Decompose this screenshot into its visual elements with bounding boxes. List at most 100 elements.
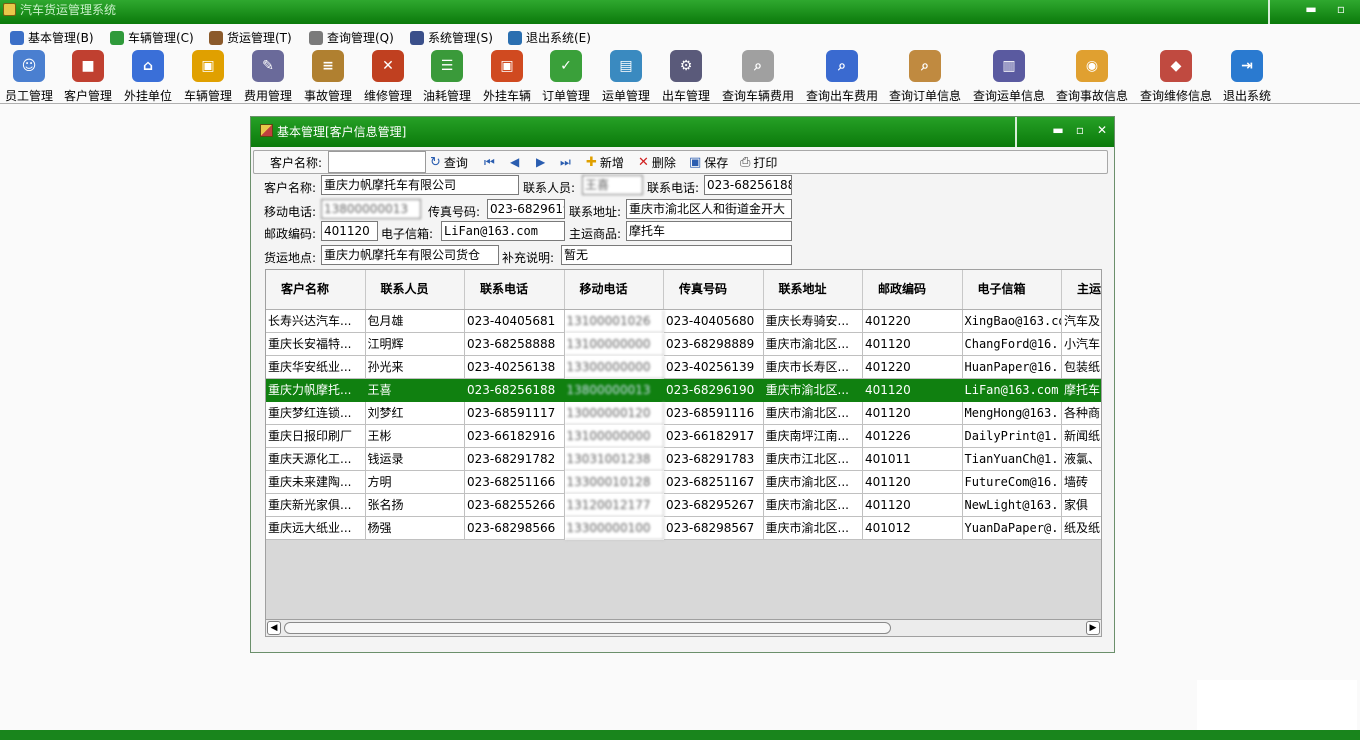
table-cell: 401120	[863, 494, 963, 517]
toolbar-repair-button[interactable]: ✕ 维修管理	[364, 50, 412, 104]
toolbar-order-button[interactable]: ✓ 订单管理	[542, 50, 590, 104]
toolbar-label: 退出系统	[1223, 89, 1272, 103]
save-button[interactable]: ▣ 保存	[689, 154, 728, 171]
toolbar-dispatch-button[interactable]: ⚙ 出车管理	[662, 50, 710, 104]
horizontal-scrollbar[interactable]: ◀ ▶	[265, 619, 1102, 637]
toolbar-vehicle-button[interactable]: ▣ 车辆管理	[184, 50, 232, 104]
toolbar-fuel-button[interactable]: ☰ 油耗管理	[423, 50, 471, 104]
customer-name-search-input[interactable]	[328, 151, 426, 173]
column-header[interactable]: 电子信箱	[963, 270, 1062, 309]
toolbar-expense-button[interactable]: ✎ 费用管理	[244, 50, 292, 104]
toolbar-external-vehicle-button[interactable]: ▣ 外挂车辆	[483, 50, 531, 104]
menu-exit[interactable]: 退出系统(E)	[508, 29, 591, 46]
table-cell: 新闻纸	[1062, 425, 1101, 448]
menu-label: 货运管理(T)	[227, 31, 292, 45]
toolbar-query-order-button[interactable]: ⌕ 查询订单信息	[889, 50, 961, 104]
refresh-search-icon: ↻	[430, 155, 441, 170]
person-search-icon: ⌕	[826, 50, 858, 82]
table-cell: 长寿兴达汽车...	[266, 310, 366, 333]
goods-field[interactable]: 摩托车	[626, 221, 792, 241]
menu-vehicle[interactable]: 车辆管理(C)	[110, 29, 194, 46]
toolbar-employee-button[interactable]: ☺ 员工管理	[5, 50, 53, 104]
column-header[interactable]: 移动电话	[565, 270, 664, 309]
toolbar-exit-button[interactable]: ⇥ 退出系统	[1223, 50, 1271, 104]
table-row[interactable]: 重庆天源化工... 钱运录 023-68291782 13031001238 023-6…	[266, 448, 1101, 471]
table-row[interactable]: 重庆远大纸业... 杨强 023-68298566 13300000100 023-68…	[266, 517, 1101, 540]
add-label: 新增	[599, 156, 624, 170]
fax-field[interactable]: 023-68296190	[487, 199, 565, 219]
table-row[interactable]: 重庆新光家俱... 张名扬 023-68255266 13120012177 023-6…	[266, 494, 1101, 517]
contact-person-field[interactable]: 王喜	[582, 175, 643, 195]
delete-button[interactable]: ✕ 删除	[638, 154, 676, 171]
table-row[interactable]: 长寿兴达汽车... 包月雄 023-40405681 13100001026 023-4…	[266, 310, 1101, 333]
place-label: 货运地点:	[264, 251, 317, 265]
column-header[interactable]: 联系电话	[465, 270, 565, 309]
table-row[interactable]: 重庆日报印刷厂 王彬 023-66182916 13100000000 023-6618…	[266, 425, 1101, 448]
table-row[interactable]: 重庆未来建陶... 方明 023-68251166 13300010128 023-68…	[266, 471, 1101, 494]
toolbar-query-waybill-button[interactable]: ▥ 查询运单信息	[973, 50, 1045, 104]
column-header[interactable]: 客户名称	[266, 270, 366, 309]
table-cell: 401226	[863, 425, 963, 448]
next-record-icon[interactable]: ▶	[536, 155, 545, 169]
toolbar-accident-button[interactable]: ≡ 事故管理	[304, 50, 352, 104]
scroll-thumb[interactable]	[284, 622, 891, 634]
table-cell: 重庆长安福特...	[266, 333, 366, 356]
scroll-left-icon[interactable]: ◀	[267, 621, 281, 635]
mobile-field[interactable]: 13800000013	[321, 199, 421, 219]
previous-record-icon[interactable]: ◀	[510, 155, 519, 169]
table-row[interactable]: 重庆梦红连锁... 刘梦红 023-68591117 13000000120 023-6…	[266, 402, 1101, 425]
last-record-icon[interactable]: ⏭	[560, 155, 571, 170]
table-row[interactable]: 重庆长安福特... 江明辉 023-68258888 13100000000 023-6…	[266, 333, 1101, 356]
menu-query[interactable]: 查询管理(Q)	[309, 29, 394, 46]
table-cell: FutureCom@16...	[962, 471, 1062, 494]
table-row[interactable]: 重庆华安纸业... 孙光来 023-40256138 13300000000 023-4…	[266, 356, 1101, 379]
customer-name-field[interactable]: 重庆力帆摩托车有限公司	[321, 175, 519, 195]
phone-field[interactable]: 023-68256188	[704, 175, 792, 195]
table-cell: 401012	[863, 517, 963, 540]
column-header[interactable]: 主运	[1062, 270, 1101, 309]
place-field[interactable]: 重庆力帆摩托车有限公司货仓	[321, 245, 499, 265]
toolbar-label: 运单管理	[602, 89, 651, 103]
menu-label: 退出系统(E)	[526, 31, 591, 45]
toolbar-query-repair-button[interactable]: ◆ 查询维修信息	[1140, 50, 1212, 104]
toolbar-query-accident-button[interactable]: ◉ 查询事故信息	[1056, 50, 1128, 104]
print-button[interactable]: ⎙ 打印	[740, 154, 777, 171]
toolbar-customer-button[interactable]: ■ 客户管理	[64, 50, 112, 104]
toolbar-query-dispatch-expense-button[interactable]: ⌕ 查询出车费用	[806, 50, 878, 104]
minimize-button[interactable]: ▬	[1296, 0, 1326, 24]
column-header[interactable]: 联系地址	[764, 270, 863, 309]
child-minimize-button[interactable]: ▬	[1047, 123, 1069, 137]
child-close-button[interactable]: ✕	[1091, 123, 1113, 137]
table-row[interactable]: 重庆力帆摩托... 王喜 023-68256188 13800000013 023-68…	[266, 379, 1101, 402]
note-field[interactable]: 暂无	[561, 245, 792, 265]
menu-freight[interactable]: 货运管理(T)	[209, 29, 292, 46]
table-cell: 023-68256188	[465, 379, 565, 402]
column-header[interactable]: 传真号码	[664, 270, 764, 309]
query-button[interactable]: ↻ 查询	[430, 154, 468, 171]
toolbar-external-unit-button[interactable]: ⌂ 外挂单位	[124, 50, 172, 104]
address-field[interactable]: 重庆市渝北区人和街道金开大	[626, 199, 792, 219]
email-field[interactable]: LiFan@163.com	[441, 221, 565, 241]
toolbar-waybill-button[interactable]: ▤ 运单管理	[602, 50, 650, 104]
table-cell: HuanPaper@16...	[962, 356, 1062, 379]
restore-button[interactable]: ▫	[1326, 0, 1356, 24]
child-titlebar: 基本管理[客户信息管理] ▬ ▫ ✕	[251, 117, 1114, 147]
menu-basic[interactable]: 基本管理(B)	[10, 29, 94, 46]
column-header[interactable]: 邮政编码	[863, 270, 963, 309]
menu-system[interactable]: 系统管理(S)	[410, 29, 493, 46]
truck-icon: ▣	[192, 50, 224, 82]
add-button[interactable]: ✚ 新增	[586, 154, 624, 171]
toolbar-query-vehicle-expense-button[interactable]: ⌕ 查询车辆费用	[722, 50, 794, 104]
close-button[interactable]: ✕	[1356, 0, 1360, 24]
first-record-icon[interactable]: ⏮	[484, 155, 495, 170]
zip-field[interactable]: 401120	[321, 221, 378, 241]
scroll-right-icon[interactable]: ▶	[1086, 621, 1100, 635]
column-header[interactable]: 联系人员	[366, 270, 465, 309]
table-cell: 重庆长寿骑安...	[763, 310, 863, 333]
menu-label: 系统管理(S)	[428, 31, 493, 45]
child-restore-button[interactable]: ▫	[1069, 123, 1091, 137]
gear-icon: ⚙	[670, 50, 702, 82]
table-cell: 王喜	[365, 379, 465, 402]
tools-icon	[209, 30, 223, 45]
globe-icon: ◉	[1076, 50, 1108, 82]
